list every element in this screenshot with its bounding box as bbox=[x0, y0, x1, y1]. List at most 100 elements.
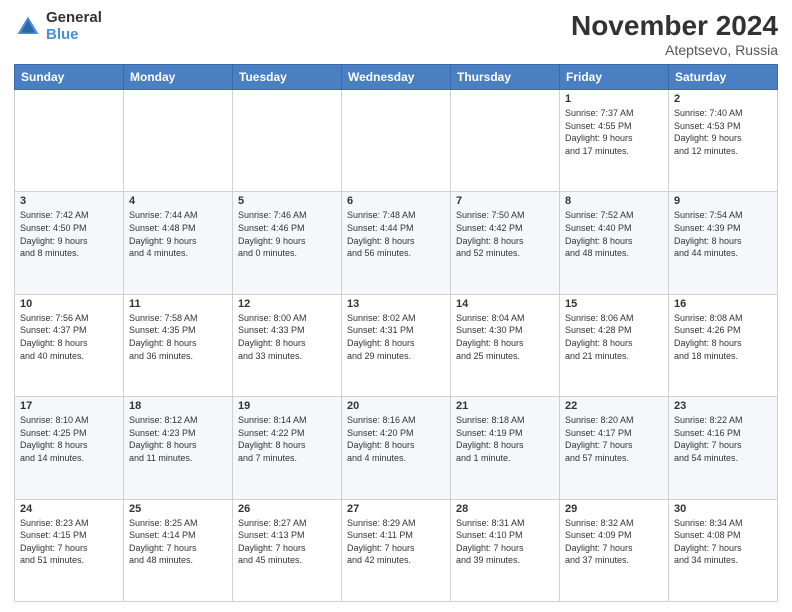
day-number: 24 bbox=[20, 503, 118, 515]
calendar-row-2: 10Sunrise: 7:56 AM Sunset: 4:37 PM Dayli… bbox=[15, 294, 778, 396]
calendar-cell: 6 Sunrise: 7:48 AM Sunset: 4:44 PM Daylig… bbox=[342, 192, 451, 294]
page: General Blue November 2024 Ateptsevo, Ru… bbox=[0, 0, 792, 612]
calendar-cell: 18 Sunrise: 8:12 AM Sunset: 4:23 PM Dayli… bbox=[124, 397, 233, 499]
day-number: 20 bbox=[347, 400, 445, 412]
day-number: 29 bbox=[565, 503, 663, 515]
day-number: 6 bbox=[347, 195, 445, 207]
calendar-cell: 20 Sunrise: 8:16 AM Sunset: 4:20 PM Dayli… bbox=[342, 397, 451, 499]
top-section: General Blue November 2024 Ateptsevo, Ru… bbox=[14, 10, 778, 58]
calendar-cell: 12 Sunrise: 8:00 AM Sunset: 4:33 PM Dayli… bbox=[233, 294, 342, 396]
calendar-cell: 2 Sunrise: 7:40 AM Sunset: 4:53 PM Daylig… bbox=[669, 90, 778, 192]
day-number: 10 bbox=[20, 298, 118, 310]
day-number: 14 bbox=[456, 298, 554, 310]
day-number: 7 bbox=[456, 195, 554, 207]
calendar-cell: 3Sunrise: 7:42 AM Sunset: 4:50 PM Daylig… bbox=[15, 192, 124, 294]
calendar-cell bbox=[15, 90, 124, 192]
title-section: November 2024 Ateptsevo, Russia bbox=[571, 10, 778, 58]
calendar-cell: 23Sunrise: 8:22 AM Sunset: 4:16 PM Dayli… bbox=[669, 397, 778, 499]
calendar-cell bbox=[451, 90, 560, 192]
day-info: Sunrise: 8:16 AM Sunset: 4:20 PM Dayligh… bbox=[347, 414, 445, 464]
logo-text: General Blue bbox=[46, 10, 102, 43]
logo-line1: General bbox=[46, 10, 102, 27]
day-number: 30 bbox=[674, 503, 772, 515]
calendar-row-3: 17Sunrise: 8:10 AM Sunset: 4:25 PM Dayli… bbox=[15, 397, 778, 499]
day-info: Sunrise: 7:50 AM Sunset: 4:42 PM Dayligh… bbox=[456, 209, 554, 259]
calendar-cell: 8 Sunrise: 7:52 AM Sunset: 4:40 PM Daylig… bbox=[560, 192, 669, 294]
day-number: 11 bbox=[129, 298, 227, 310]
calendar-table: SundayMondayTuesdayWednesdayThursdayFrid… bbox=[14, 64, 778, 602]
day-info: Sunrise: 8:32 AM Sunset: 4:09 PM Dayligh… bbox=[565, 517, 663, 567]
day-number: 22 bbox=[565, 400, 663, 412]
calendar-cell bbox=[342, 90, 451, 192]
day-info: Sunrise: 7:52 AM Sunset: 4:40 PM Dayligh… bbox=[565, 209, 663, 259]
day-info: Sunrise: 8:29 AM Sunset: 4:11 PM Dayligh… bbox=[347, 517, 445, 567]
day-info: Sunrise: 8:00 AM Sunset: 4:33 PM Dayligh… bbox=[238, 312, 336, 362]
calendar-cell bbox=[124, 90, 233, 192]
day-number: 19 bbox=[238, 400, 336, 412]
calendar-cell: 16 Sunrise: 8:08 AM Sunset: 4:26 PM Dayli… bbox=[669, 294, 778, 396]
day-number: 8 bbox=[565, 195, 663, 207]
calendar-cell: 24 Sunrise: 8:23 AM Sunset: 4:15 PM Dayli… bbox=[15, 499, 124, 601]
day-number: 23 bbox=[674, 400, 772, 412]
day-number: 1 bbox=[565, 93, 663, 105]
calendar-row-1: 3Sunrise: 7:42 AM Sunset: 4:50 PM Daylig… bbox=[15, 192, 778, 294]
day-info: Sunrise: 8:23 AM Sunset: 4:15 PM Dayligh… bbox=[20, 517, 118, 567]
day-info: Sunrise: 8:02 AM Sunset: 4:31 PM Dayligh… bbox=[347, 312, 445, 362]
calendar-cell bbox=[233, 90, 342, 192]
day-info: Sunrise: 8:18 AM Sunset: 4:19 PM Dayligh… bbox=[456, 414, 554, 464]
day-number: 3 bbox=[20, 195, 118, 207]
day-info: Sunrise: 8:34 AM Sunset: 4:08 PM Dayligh… bbox=[674, 517, 772, 567]
calendar-cell: 27 Sunrise: 8:29 AM Sunset: 4:11 PM Dayli… bbox=[342, 499, 451, 601]
calendar-cell: 29 Sunrise: 8:32 AM Sunset: 4:09 PM Dayli… bbox=[560, 499, 669, 601]
calendar-cell: 22Sunrise: 8:20 AM Sunset: 4:17 PM Dayli… bbox=[560, 397, 669, 499]
calendar-cell: 10Sunrise: 7:56 AM Sunset: 4:37 PM Dayli… bbox=[15, 294, 124, 396]
header-row: SundayMondayTuesdayWednesdayThursdayFrid… bbox=[15, 65, 778, 90]
location: Ateptsevo, Russia bbox=[571, 42, 778, 58]
day-number: 4 bbox=[129, 195, 227, 207]
calendar-cell: 17Sunrise: 8:10 AM Sunset: 4:25 PM Dayli… bbox=[15, 397, 124, 499]
day-number: 25 bbox=[129, 503, 227, 515]
header-monday: Monday bbox=[124, 65, 233, 90]
day-number: 15 bbox=[565, 298, 663, 310]
day-number: 9 bbox=[674, 195, 772, 207]
day-number: 18 bbox=[129, 400, 227, 412]
logo-icon bbox=[14, 13, 42, 41]
day-info: Sunrise: 8:25 AM Sunset: 4:14 PM Dayligh… bbox=[129, 517, 227, 567]
calendar-cell: 15Sunrise: 8:06 AM Sunset: 4:28 PM Dayli… bbox=[560, 294, 669, 396]
calendar-cell: 26 Sunrise: 8:27 AM Sunset: 4:13 PM Dayli… bbox=[233, 499, 342, 601]
day-info: Sunrise: 7:54 AM Sunset: 4:39 PM Dayligh… bbox=[674, 209, 772, 259]
header-thursday: Thursday bbox=[451, 65, 560, 90]
calendar-cell: 11 Sunrise: 7:58 AM Sunset: 4:35 PM Dayli… bbox=[124, 294, 233, 396]
calendar-cell: 1 Sunrise: 7:37 AM Sunset: 4:55 PM Daylig… bbox=[560, 90, 669, 192]
day-number: 16 bbox=[674, 298, 772, 310]
day-number: 27 bbox=[347, 503, 445, 515]
day-number: 28 bbox=[456, 503, 554, 515]
day-number: 26 bbox=[238, 503, 336, 515]
calendar-cell: 25 Sunrise: 8:25 AM Sunset: 4:14 PM Dayli… bbox=[124, 499, 233, 601]
day-info: Sunrise: 8:31 AM Sunset: 4:10 PM Dayligh… bbox=[456, 517, 554, 567]
day-info: Sunrise: 8:27 AM Sunset: 4:13 PM Dayligh… bbox=[238, 517, 336, 567]
header-saturday: Saturday bbox=[669, 65, 778, 90]
calendar-cell: 13Sunrise: 8:02 AM Sunset: 4:31 PM Dayli… bbox=[342, 294, 451, 396]
day-info: Sunrise: 7:40 AM Sunset: 4:53 PM Dayligh… bbox=[674, 107, 772, 157]
day-info: Sunrise: 8:10 AM Sunset: 4:25 PM Dayligh… bbox=[20, 414, 118, 464]
day-info: Sunrise: 8:08 AM Sunset: 4:26 PM Dayligh… bbox=[674, 312, 772, 362]
day-info: Sunrise: 8:14 AM Sunset: 4:22 PM Dayligh… bbox=[238, 414, 336, 464]
calendar-cell: 7 Sunrise: 7:50 AM Sunset: 4:42 PM Daylig… bbox=[451, 192, 560, 294]
day-info: Sunrise: 8:12 AM Sunset: 4:23 PM Dayligh… bbox=[129, 414, 227, 464]
day-number: 2 bbox=[674, 93, 772, 105]
calendar-cell: 30 Sunrise: 8:34 AM Sunset: 4:08 PM Dayli… bbox=[669, 499, 778, 601]
day-info: Sunrise: 7:58 AM Sunset: 4:35 PM Dayligh… bbox=[129, 312, 227, 362]
calendar-cell: 19 Sunrise: 8:14 AM Sunset: 4:22 PM Dayli… bbox=[233, 397, 342, 499]
day-info: Sunrise: 7:44 AM Sunset: 4:48 PM Dayligh… bbox=[129, 209, 227, 259]
day-info: Sunrise: 7:37 AM Sunset: 4:55 PM Dayligh… bbox=[565, 107, 663, 157]
day-info: Sunrise: 7:48 AM Sunset: 4:44 PM Dayligh… bbox=[347, 209, 445, 259]
logo: General Blue bbox=[14, 10, 102, 43]
calendar-cell: 14Sunrise: 8:04 AM Sunset: 4:30 PM Dayli… bbox=[451, 294, 560, 396]
logo-line2: Blue bbox=[46, 27, 102, 44]
day-number: 12 bbox=[238, 298, 336, 310]
header-tuesday: Tuesday bbox=[233, 65, 342, 90]
calendar-cell: 9 Sunrise: 7:54 AM Sunset: 4:39 PM Daylig… bbox=[669, 192, 778, 294]
calendar-row-4: 24 Sunrise: 8:23 AM Sunset: 4:15 PM Dayli… bbox=[15, 499, 778, 601]
header-sunday: Sunday bbox=[15, 65, 124, 90]
